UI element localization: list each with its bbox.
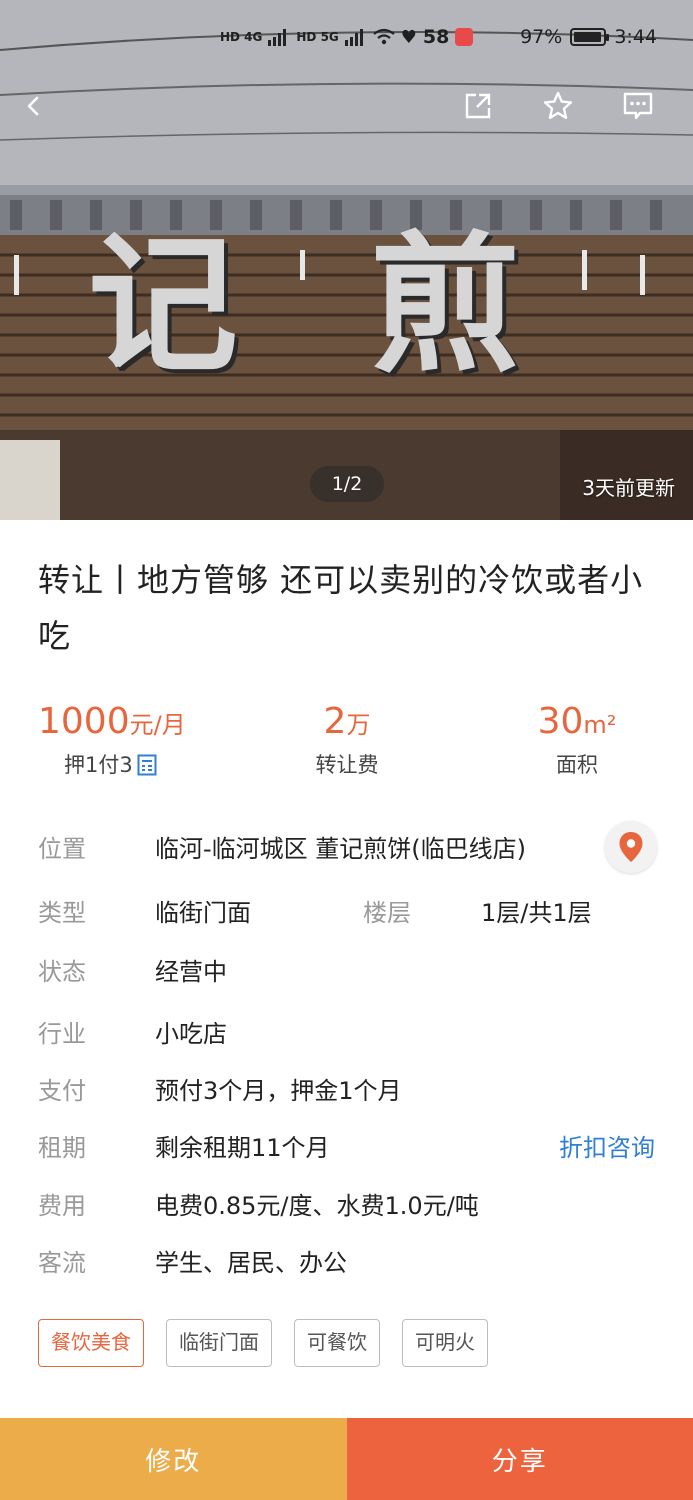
app-badge-icon xyxy=(455,28,474,46)
transfer-value: 2 xyxy=(323,701,347,742)
rent-label: 押1付3 xyxy=(64,753,133,777)
area-unit: m² xyxy=(583,711,617,739)
fees-value: 电费0.85元/度、水费1.0元/吨 xyxy=(155,1192,479,1220)
image-counter: 1/2 xyxy=(310,466,384,502)
battery-percent: 97% xyxy=(520,26,563,48)
updated-time: 3天前更新 xyxy=(582,476,675,500)
row-type: 类型 临街门面 楼层 1层/共1层 xyxy=(0,888,693,938)
stat-rent: 1000元/月 押1付3 xyxy=(38,700,188,781)
back-button[interactable] xyxy=(12,84,56,128)
area-value-wrap: 30m² xyxy=(502,700,652,747)
lease-value: 剩余租期11个月 xyxy=(155,1134,330,1162)
transfer-label: 转让费 xyxy=(315,753,379,777)
message-button[interactable] xyxy=(616,84,660,128)
floor-value: 1层/共1层 xyxy=(481,899,592,927)
signal-icon-1 xyxy=(268,29,287,46)
type-value: 临街门面 xyxy=(155,899,251,927)
network-icon-1: HD 4G xyxy=(220,30,263,44)
row-status: 状态 经营中 xyxy=(0,947,693,997)
stat-area: 30m² 面积 xyxy=(502,700,652,781)
tag-item: 可餐饮 xyxy=(294,1319,380,1367)
status-bar: HD 4G HD 5G ♥ 58 97% 3:44 xyxy=(0,22,693,58)
tag-list: 餐饮美食 临街门面 可餐饮 可明火 xyxy=(38,1319,488,1367)
tag-item: 餐饮美食 xyxy=(38,1319,144,1367)
notification-count: 58 xyxy=(422,26,450,48)
row-payment: 支付 预付3个月，押金1个月 xyxy=(0,1066,693,1116)
map-pin-icon xyxy=(619,832,643,862)
row-lease: 租期 剩余租期11个月 折扣咨询 xyxy=(0,1123,693,1173)
rent-unit: 元/月 xyxy=(129,711,186,739)
calculator-icon[interactable] xyxy=(137,754,157,776)
type-key: 类型 xyxy=(38,899,86,927)
stat-transfer: 2万 转让费 xyxy=(272,700,422,781)
status-right: 97% 3:44 xyxy=(520,26,657,48)
star-icon xyxy=(543,91,573,119)
location-value: 临河-临河城区 董记煎饼(临巴线店) xyxy=(155,835,527,863)
battery-icon xyxy=(570,28,610,46)
signal-icon-2 xyxy=(344,29,363,46)
discount-consult-link[interactable]: 折扣咨询 xyxy=(559,1123,655,1173)
sign-char-2: 煎 xyxy=(370,219,521,393)
payment-key: 支付 xyxy=(38,1077,86,1105)
edit-button[interactable]: 修改 xyxy=(0,1418,347,1500)
listing-title: 转让丨地方管够 还可以卖别的冷饮或者小吃 xyxy=(38,561,644,655)
tag-item: 可明火 xyxy=(402,1319,488,1367)
lease-key: 租期 xyxy=(38,1134,86,1162)
area-label: 面积 xyxy=(556,753,598,777)
share-icon xyxy=(465,93,491,119)
fees-key: 费用 xyxy=(38,1192,86,1220)
industry-key: 行业 xyxy=(38,1020,86,1048)
clock: 3:44 xyxy=(614,26,657,48)
traffic-value: 学生、居民、办公 xyxy=(155,1249,347,1277)
industry-value: 小吃店 xyxy=(155,1020,227,1048)
area-value: 30 xyxy=(537,701,584,742)
back-arrow-icon xyxy=(27,96,39,116)
payment-value: 预付3个月，押金1个月 xyxy=(155,1077,402,1105)
stats-row: 1000元/月 押1付3 2万 转让费 30m² 面积 xyxy=(0,700,693,790)
map-button[interactable] xyxy=(605,821,657,873)
row-location[interactable]: 位置 临河-临河城区 董记煎饼(临巴线店) xyxy=(0,821,693,874)
row-industry: 行业 小吃店 xyxy=(0,1009,693,1059)
floor-key: 楼层 xyxy=(363,899,411,927)
heart-icon: ♥ xyxy=(400,26,417,48)
hero-image[interactable]: 记 煎 HD 4G HD 5G ♥ 58 97% 3:44 1/2 3天前更新 xyxy=(0,0,693,520)
row-traffic: 客流 学生、居民、办公 xyxy=(0,1238,693,1288)
tag-item: 临街门面 xyxy=(166,1319,272,1367)
network-icon-2: HD 5G xyxy=(296,30,339,44)
rent-label-wrap[interactable]: 押1付3 xyxy=(38,749,188,781)
sign-char-1: 记 xyxy=(88,219,239,393)
status-value: 经营中 xyxy=(155,958,227,986)
status-left: HD 4G HD 5G ♥ 58 xyxy=(220,26,474,48)
location-key: 位置 xyxy=(38,835,86,863)
row-fees: 费用 电费0.85元/度、水费1.0元/吨 xyxy=(0,1181,693,1231)
share-top-button[interactable] xyxy=(456,84,500,128)
rent-value-wrap: 1000元/月 xyxy=(38,700,188,747)
transfer-unit: 万 xyxy=(346,711,371,739)
status-key: 状态 xyxy=(38,958,86,986)
favorite-button[interactable] xyxy=(536,84,580,128)
message-icon xyxy=(623,92,653,120)
wifi-icon xyxy=(373,28,395,45)
traffic-key: 客流 xyxy=(38,1249,86,1277)
share-button[interactable]: 分享 xyxy=(346,1418,693,1500)
rent-value: 1000 xyxy=(38,701,130,742)
transfer-value-wrap: 2万 xyxy=(272,700,422,747)
bottom-action-bar: 修改 分享 xyxy=(0,1418,693,1500)
